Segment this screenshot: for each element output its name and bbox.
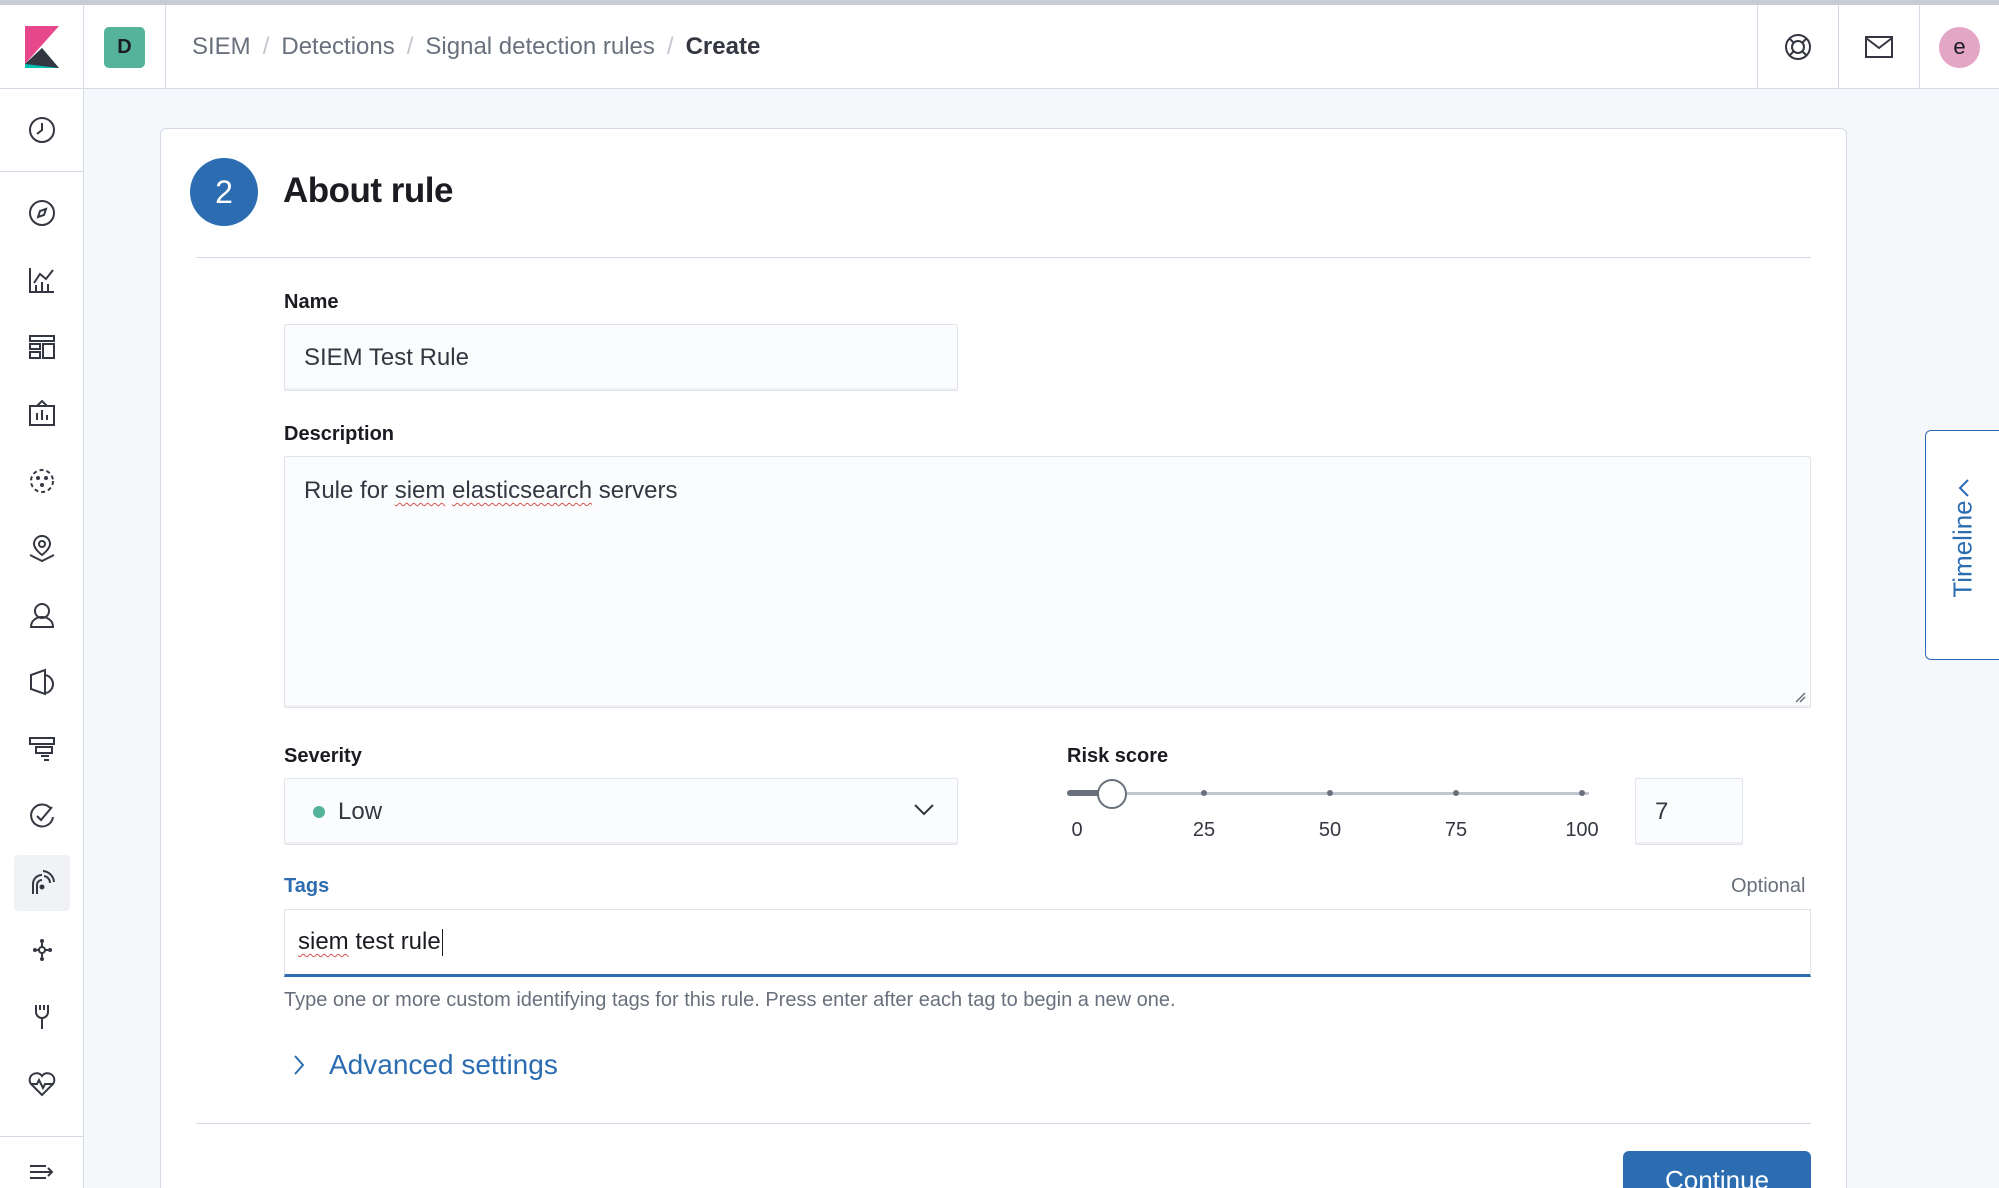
breadcrumb-separator: /	[262, 33, 270, 60]
risk-score-label: Risk score	[1067, 745, 1169, 767]
space-avatar: D	[104, 26, 145, 68]
maps-icon[interactable]	[14, 520, 70, 576]
monitoring-icon[interactable]	[14, 1056, 70, 1112]
breadcrumb-separator: /	[666, 33, 674, 60]
space-selector[interactable]: D	[84, 5, 166, 89]
nav-divider	[0, 171, 84, 172]
risk-score-slider[interactable]: 0 25 50 75 100	[1067, 779, 1599, 859]
uptime-icon[interactable]	[14, 788, 70, 844]
user-menu-button[interactable]: e	[1919, 5, 1999, 89]
breadcrumb-detections[interactable]: Detections	[281, 33, 394, 61]
nav-divider	[0, 1136, 84, 1137]
chevron-right-icon	[294, 1055, 305, 1075]
timeline-flyout-tab[interactable]: Timeline	[1925, 430, 1999, 660]
avatar: e	[1939, 26, 1980, 68]
page-title: About rule	[283, 171, 453, 210]
help-icon	[1785, 34, 1811, 60]
breadcrumb-siem[interactable]: SIEM	[192, 33, 251, 61]
siem-icon[interactable]	[14, 855, 70, 911]
slider-thumb[interactable]	[1097, 779, 1128, 809]
breadcrumb-signal-detection-rules[interactable]: Signal detection rules	[425, 33, 654, 61]
title-divider	[196, 257, 1811, 258]
logs-icon[interactable]	[14, 654, 70, 710]
advanced-settings-label: Advanced settings	[329, 1049, 558, 1080]
tags-label: Tags	[284, 875, 330, 897]
breadcrumb-separator: /	[406, 33, 414, 60]
continue-button[interactable]: Continue	[1623, 1151, 1811, 1188]
slider-tick-label: 0	[1071, 819, 1083, 841]
slider-tick-label: 50	[1318, 819, 1342, 841]
tags-input[interactable]: siem test rule	[284, 909, 1811, 977]
resize-handle-icon[interactable]	[1794, 691, 1806, 703]
breadcrumb-create: Create	[685, 33, 761, 60]
collapse-icon[interactable]	[14, 1144, 70, 1188]
name-label: Name	[284, 291, 339, 313]
slider-tick	[1327, 790, 1333, 796]
step-number: 2	[190, 158, 258, 226]
severity-label: Severity	[284, 745, 362, 767]
slider-tick	[1579, 790, 1585, 796]
severity-color-dot	[313, 805, 325, 818]
kibana-logo[interactable]	[0, 5, 84, 89]
tags-help-text: Type one or more custom identifying tags…	[284, 989, 1176, 1011]
slider-tick	[1201, 790, 1207, 796]
description-textarea[interactable]: Rule for siem elasticsearch servers	[284, 456, 1811, 708]
mail-icon	[1865, 36, 1893, 58]
description-value: Rule for siem elasticsearch servers	[304, 477, 678, 504]
canvas-icon[interactable]	[14, 386, 70, 442]
chevron-left-icon	[1958, 479, 1969, 497]
chevron-down-icon	[914, 804, 934, 816]
tags-optional-label: Optional	[1731, 875, 1806, 897]
name-input[interactable]: SIEM Test Rule	[284, 324, 958, 391]
severity-value: Low	[338, 797, 383, 825]
about-rule-panel: 2 About rule Name SIEM Test Rule Descrip…	[160, 128, 1847, 1188]
risk-score-input[interactable]: 7	[1635, 778, 1743, 845]
kibana-logo-icon	[24, 26, 59, 68]
slider-tick	[1453, 790, 1459, 796]
severity-select[interactable]: Low	[284, 778, 958, 845]
side-nav	[0, 89, 84, 1188]
slider-tick-label: 100	[1565, 819, 1599, 841]
help-button[interactable]	[1757, 5, 1838, 89]
dashboard-icon[interactable]	[14, 319, 70, 375]
graph-icon[interactable]	[14, 922, 70, 978]
advanced-settings-toggle[interactable]: Advanced settings	[291, 1049, 558, 1081]
infrastructure-icon[interactable]	[14, 587, 70, 643]
slider-tick-label: 75	[1444, 819, 1468, 841]
tags-value: siem test rule	[298, 928, 441, 955]
footer-divider	[196, 1123, 1811, 1124]
risk-score-value: 7	[1655, 797, 1669, 825]
timeline-label: Timeline	[1947, 500, 1978, 598]
machine-learning-icon[interactable]	[14, 453, 70, 509]
name-value: SIEM Test Rule	[304, 343, 469, 371]
slider-tick-label: 25	[1192, 819, 1216, 841]
newsfeed-button[interactable]	[1838, 5, 1919, 89]
text-caret	[441, 928, 443, 956]
dev-tools-icon[interactable]	[14, 989, 70, 1045]
recently-viewed-icon[interactable]	[14, 102, 70, 158]
description-label: Description	[284, 423, 395, 445]
visualize-icon[interactable]	[14, 252, 70, 308]
discover-icon[interactable]	[14, 185, 70, 241]
header-bar: D SIEM / Detections / Signal detection r…	[0, 0, 1999, 89]
apm-icon[interactable]	[14, 721, 70, 777]
breadcrumb: SIEM / Detections / Signal detection rul…	[192, 5, 760, 89]
